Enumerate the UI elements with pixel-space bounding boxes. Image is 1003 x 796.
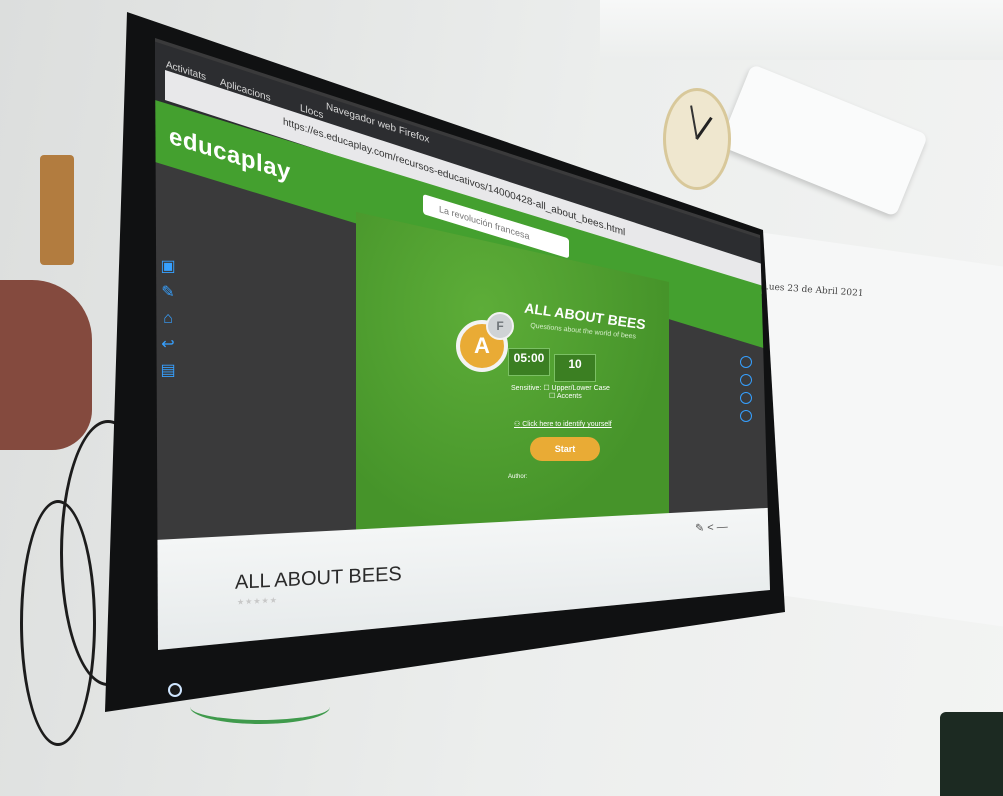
more-icon[interactable]: — [717, 521, 728, 534]
air-conditioner [719, 64, 929, 217]
classroom-wall: ...ues 23 de Abril 2021 Activitats Aplic… [0, 0, 1003, 796]
ceiling [600, 0, 1003, 60]
page-title: ALL ABOUT BEES [235, 563, 402, 594]
identify-link-text[interactable]: Click here to identify yourself [522, 421, 611, 428]
start-button[interactable]: Start [530, 437, 600, 461]
sensitive-label: Sensitive: [511, 385, 542, 392]
author-label: Author: [508, 474, 528, 480]
rating-stars[interactable]: ★★★★★ [237, 596, 278, 607]
count-stat: 10 [554, 354, 596, 382]
checkbox-icon[interactable]: ☐ [549, 393, 555, 400]
share-icon[interactable]: < [707, 522, 713, 534]
power-button-icon[interactable] [168, 683, 182, 697]
tool-circle-icon[interactable] [740, 410, 752, 422]
share-actions: ✎ < — [695, 520, 728, 535]
back-icon[interactable]: ↩ [159, 336, 177, 354]
trash-bin [940, 712, 1003, 796]
sensitive-options: Sensitive: ☐ Upper/Lower Case ☐ Accents [511, 384, 610, 400]
clock-minute-hand [690, 105, 698, 140]
wall-thermometer [40, 155, 74, 265]
person-arm [0, 280, 92, 450]
cable [20, 500, 96, 746]
option-uppercase[interactable]: Upper/Lower Case [552, 385, 610, 392]
screen-icon[interactable]: ▣ [159, 258, 177, 276]
tool-circle-icon[interactable] [740, 392, 752, 404]
option-accents[interactable]: Accents [557, 393, 582, 400]
tool-circle-icon[interactable] [740, 374, 752, 386]
right-toolbar [740, 350, 754, 440]
wall-clock [663, 88, 731, 190]
clock-hour-hand [695, 116, 713, 140]
edit-icon[interactable]: ✎ [695, 522, 704, 534]
f-badge-icon: F [486, 312, 514, 340]
tool-circle-icon[interactable] [740, 356, 752, 368]
home-icon[interactable]: ⌂ [159, 310, 177, 328]
user-icon: ⚇ [514, 421, 521, 428]
identify-link[interactable]: ⚇ Click here to identify yourself [514, 420, 612, 428]
checkbox-icon[interactable]: ☐ [543, 385, 549, 392]
annotation-toolbar: ▣ ✎ ⌂ ↩ ▤ [155, 258, 181, 398]
time-value: 05:00 [513, 351, 545, 365]
display-icon[interactable]: ▤ [159, 362, 177, 380]
time-stat: 05:00 [508, 348, 550, 376]
count-value: 10 [568, 357, 582, 371]
pen-icon[interactable]: ✎ [159, 284, 177, 302]
